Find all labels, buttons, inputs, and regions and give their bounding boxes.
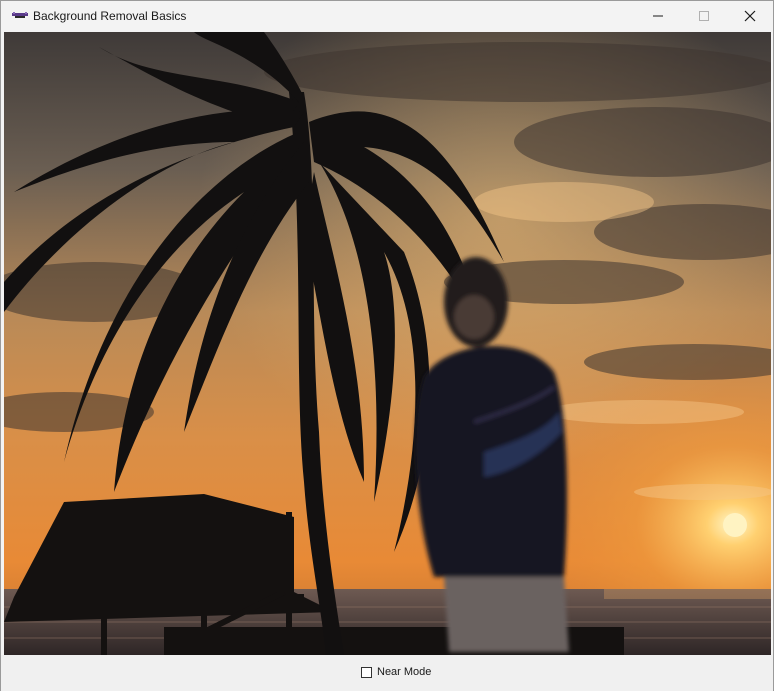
minimize-button[interactable] [635,1,681,31]
near-mode-label[interactable]: Near Mode [377,666,431,678]
near-mode-checkbox-box[interactable] [361,666,372,678]
app-icon [12,12,28,18]
close-button[interactable] [727,1,773,31]
window-title: Background Removal Basics [33,9,187,23]
close-icon [744,10,756,22]
footer-bar: Near Mode [1,655,773,691]
maximize-icon [699,11,709,21]
minimize-icon [653,15,663,17]
near-mode-checkbox[interactable]: Near Mode [361,666,431,678]
maximize-button[interactable] [681,1,727,31]
app-window: Background Removal Basics Near Mode [0,0,774,691]
title-bar[interactable]: Background Removal Basics [1,1,773,31]
composited-image [4,32,771,655]
